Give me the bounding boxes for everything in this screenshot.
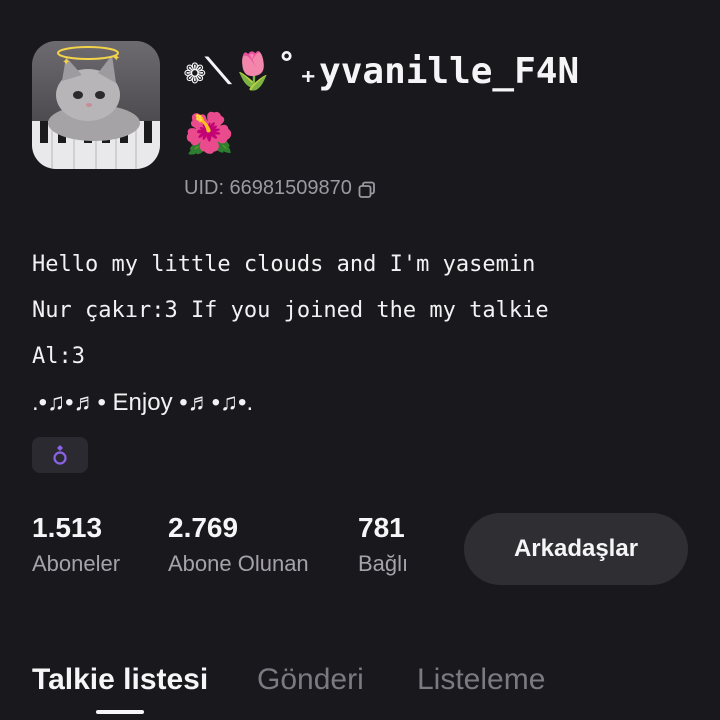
uid-row: UID: 66981509870: [184, 174, 376, 202]
ring-badge-icon: [53, 445, 67, 465]
bio: Hello my little clouds and I'm yasemin N…: [32, 242, 692, 426]
tab-talkie-list[interactable]: Talkie listesi: [32, 660, 208, 700]
stat-following[interactable]: 2.769 Abone Olunan: [168, 510, 309, 580]
active-tab-indicator: [96, 710, 144, 714]
profile-tabs: Talkie listesi Gönderi Listeleme: [0, 660, 720, 720]
avatar[interactable]: ✦ ✦: [32, 41, 160, 169]
tab-listing[interactable]: Listeleme: [417, 660, 545, 700]
stat-value: 2.769: [168, 512, 239, 543]
stat-label: Bağlı: [358, 551, 409, 576]
stat-connected[interactable]: 781 Bağlı: [358, 510, 408, 580]
stat-subscribers[interactable]: 1.513 Aboneler: [32, 510, 120, 580]
bio-line: Nur çakır:3 If you joined the my talkie: [32, 298, 549, 323]
friends-button[interactable]: Arkadaşlar: [464, 513, 688, 585]
uid-text: UID: 66981509870: [184, 177, 352, 199]
bio-line: .•♫•♬• Enjoy •♬•♫•.: [32, 389, 254, 416]
svg-text:✦: ✦: [62, 57, 70, 68]
badge[interactable]: [32, 437, 88, 473]
cat-avatar-icon: ✦ ✦: [32, 41, 160, 169]
stat-value: 781: [358, 512, 405, 543]
tab-posts[interactable]: Gönderi: [257, 660, 364, 700]
flower-emoji: 🌺: [184, 111, 234, 157]
copy-icon[interactable]: [358, 179, 376, 198]
bio-line: Al:3: [32, 344, 85, 369]
stat-value: 1.513: [32, 512, 103, 543]
bio-line: Hello my little clouds and I'm yasemin: [32, 252, 536, 277]
username: ❁⟍🌷˚₊yvanille_F4N: [184, 51, 580, 92]
stat-label: Abone Olunan: [168, 551, 309, 576]
svg-text:✦: ✦: [112, 53, 120, 64]
stat-label: Aboneler: [32, 551, 121, 576]
